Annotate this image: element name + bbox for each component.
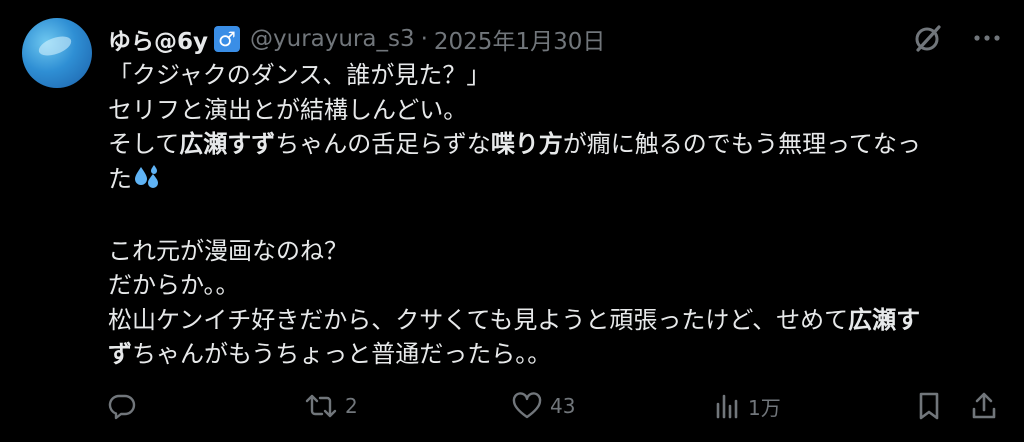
tweet-text-segment: セリフと演出とが結構しんどい。 (108, 95, 468, 124)
avatar-highlight (36, 32, 74, 60)
highlighted-term: 広瀬す (848, 305, 921, 334)
tweet-text-segment: た (108, 164, 132, 193)
tweet-header: ゆら@6y ♂ @yurayura_s3 · 2025年1月30日 (108, 22, 605, 56)
like-count: 43 (550, 394, 576, 418)
user-handle[interactable]: @yurayura_s3 (250, 26, 415, 52)
tweet-date[interactable]: 2025年1月30日 (434, 22, 605, 56)
heart-icon (512, 392, 542, 420)
share-upload-icon (970, 391, 998, 421)
tweet-text-segment: これ元が漫画なのね？ (108, 236, 348, 265)
bookmark-button[interactable] (916, 388, 942, 424)
analytics-bars-icon (714, 392, 740, 420)
reply-bubble-icon (108, 392, 136, 420)
grok-slash-icon[interactable] (912, 22, 944, 54)
tweet-action-bar: 2 43 1万 (0, 388, 1024, 424)
bookmark-icon (916, 391, 942, 421)
views-button[interactable]: 1万 (714, 388, 781, 424)
highlighted-term: ず (108, 340, 132, 368)
tweet-text-segment: が癇に触るのでもう無理ってなっ (562, 130, 921, 158)
like-button[interactable]: 43 (512, 388, 575, 424)
tweet-top-actions (912, 22, 1000, 54)
highlighted-term: 広瀬すず (179, 130, 276, 158)
tweet-text: 「クジャクのダンス、誰が見た？」 セリフと演出とが結構しんどい。 そして広瀬すず… (108, 58, 998, 372)
tweet-text-segment: ちゃんがもうちょっと普通だったら。。 (132, 340, 552, 368)
retweet-count: 2 (345, 394, 358, 418)
share-button[interactable] (970, 388, 998, 424)
tweet-text-segment: だからか。。 (108, 271, 240, 299)
display-name[interactable]: ゆら@6y (108, 22, 208, 56)
tweet-line: ずちゃんがもうちょっと普通だったら。。 (108, 337, 998, 372)
tweet-card[interactable]: ゆら@6y ♂ @yurayura_s3 · 2025年1月30日 「クジャクの… (0, 0, 1024, 442)
separator-dot: · (420, 26, 428, 52)
tweet-text-segment: 「クジャクのダンス、誰が見た？」 (108, 61, 491, 89)
tweet-text-segment: ちゃんの舌足らずな (275, 130, 491, 158)
tweet-text-segment: 松山ケンイチ好きだから、クサくても見ようと頑張ったけど、せめて (108, 305, 849, 334)
tweet-line: た (108, 162, 998, 200)
tweet-line: 松山ケンイチ好きだから、クサくても見ようと頑張ったけど、せめて広瀬す (108, 303, 998, 338)
tweet-line: そして広瀬すずちゃんの舌足らずな喋り方が癇に触るのでもう無理ってなっ (108, 127, 998, 162)
tweet-line: だからか。。 (108, 268, 998, 303)
reply-button[interactable] (108, 388, 144, 424)
retweet-button[interactable]: 2 (305, 388, 358, 424)
tweet-line: 「クジャクのダンス、誰が見た？」 (108, 58, 998, 93)
view-count: 1万 (748, 395, 781, 420)
tweet-text-segment: そして (108, 130, 180, 158)
more-dots-icon[interactable] (974, 34, 1000, 42)
tweet-line: セリフと演出とが結構しんどい。 (108, 93, 998, 128)
avatar[interactable] (22, 18, 92, 88)
male-sign-emoji: ♂ (214, 26, 240, 52)
retweet-icon (305, 392, 337, 420)
tweet-line: これ元が漫画なのね？ (108, 234, 998, 269)
highlighted-term: 喋り方 (490, 130, 563, 158)
sweat-droplets-emoji (134, 164, 160, 200)
